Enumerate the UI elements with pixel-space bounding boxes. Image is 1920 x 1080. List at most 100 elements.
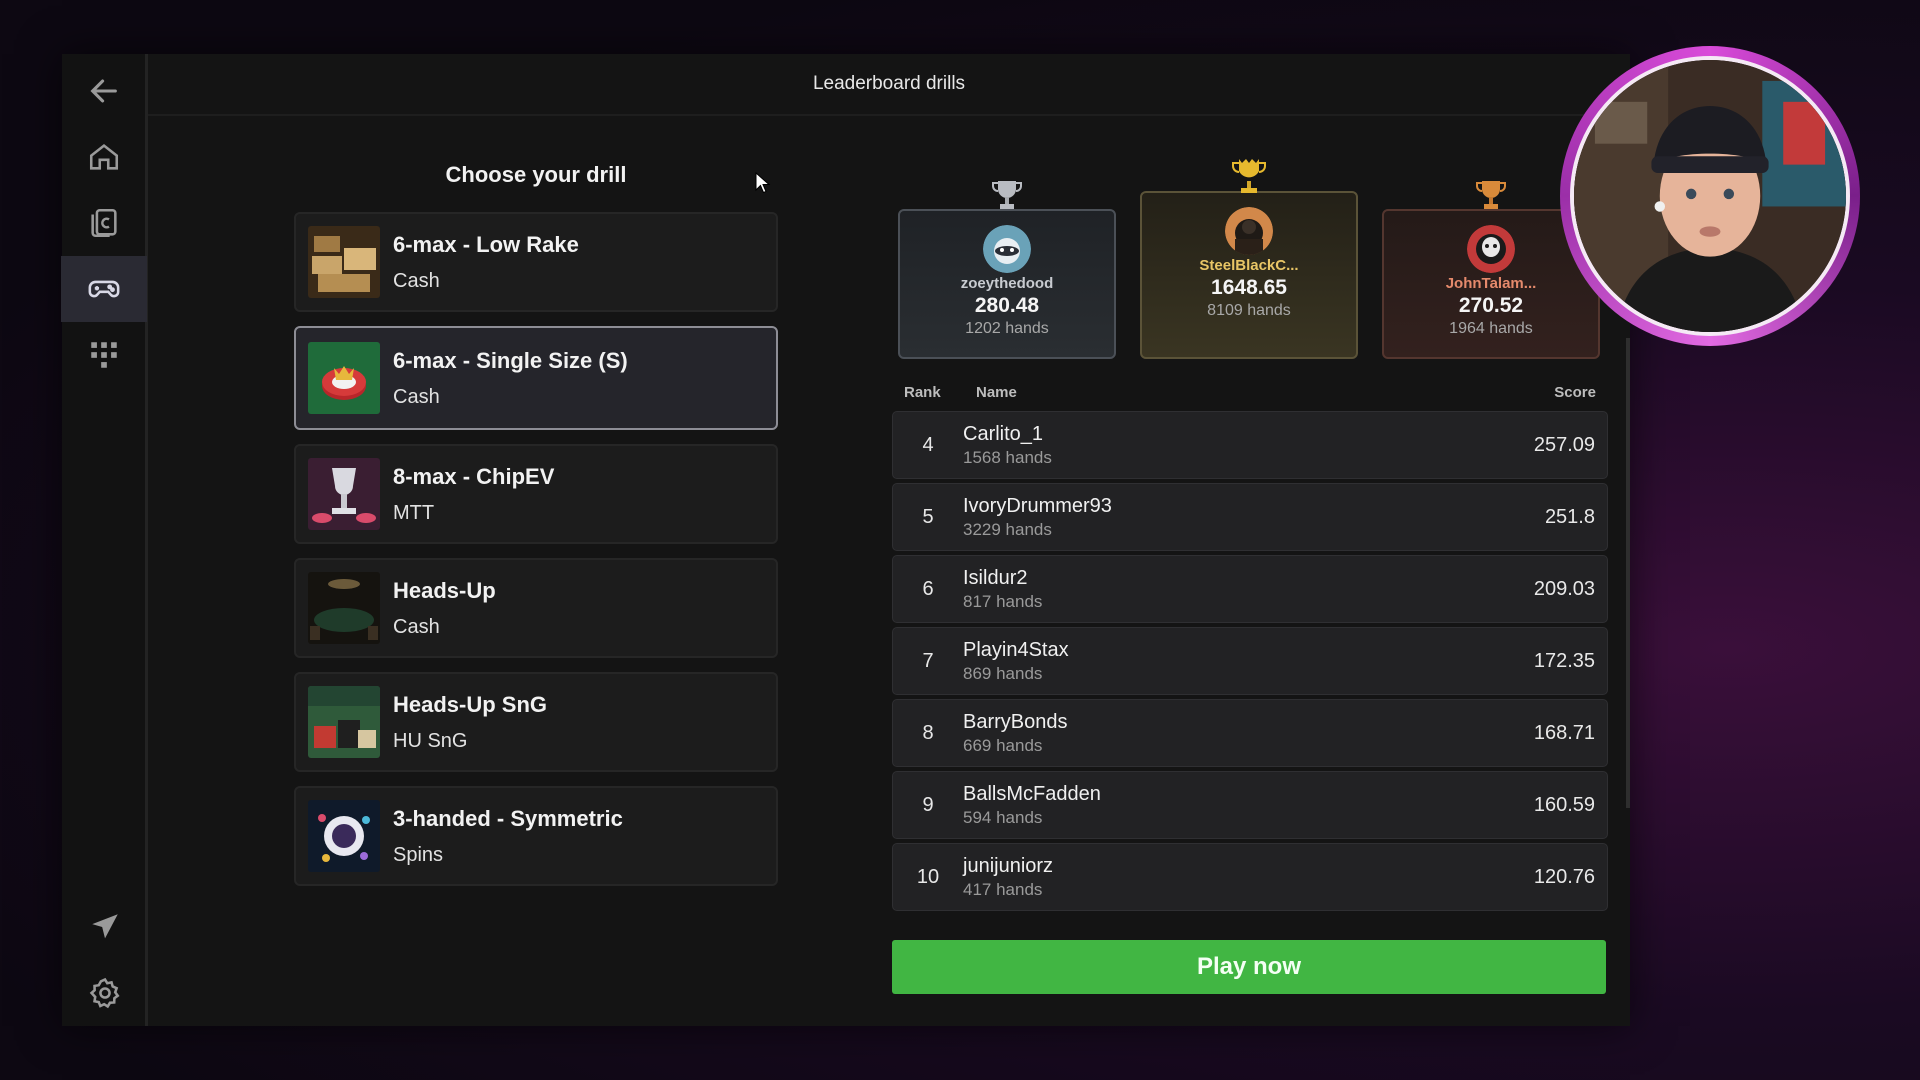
mouse-cursor-icon xyxy=(755,172,771,194)
drill-chooser: Choose your drill 6-max - Low Rake Cash … xyxy=(294,162,778,900)
podium-hands: 1964 hands xyxy=(1449,320,1533,337)
drill-name: Heads-Up SnG xyxy=(393,691,548,717)
avatar xyxy=(1225,207,1273,255)
row-name: Carlito_1 xyxy=(963,422,1044,445)
drill-card[interactable]: 3-handed - Symmetric Spins xyxy=(294,786,778,886)
avatar xyxy=(983,225,1031,273)
row-name: BallsMcFadden xyxy=(963,782,1101,805)
row-score: 209.03 xyxy=(1533,577,1595,600)
nav-drills[interactable] xyxy=(60,256,147,322)
drill-type: MTT xyxy=(393,501,435,524)
column-name: Name xyxy=(976,384,1017,401)
podium: zoeythedood 280.48 1202 hands SteelBlack… xyxy=(892,152,1608,370)
drill-card-selected[interactable]: 6-max - Single Size (S) Cash xyxy=(294,326,778,430)
podium-score: 1648.65 xyxy=(1211,276,1287,299)
row-name: Playin4Stax xyxy=(963,638,1069,661)
row-rank: 8 xyxy=(922,721,934,744)
drill-thumbnail xyxy=(308,686,380,758)
podium-hands: 8109 hands xyxy=(1207,302,1291,319)
drill-thumbnail xyxy=(308,800,380,872)
podium-score: 280.48 xyxy=(974,294,1040,317)
podium-score: 270.52 xyxy=(1458,294,1524,317)
row-hands: 817 hands xyxy=(963,591,1043,611)
row-score: 172.35 xyxy=(1533,649,1595,672)
podium-first[interactable]: SteelBlackC... 1648.65 8109 hands xyxy=(1140,159,1358,359)
drill-name: 6-max - Single Size (S) xyxy=(393,347,628,373)
table-row[interactable]: 4 Carlito_1 1568 hands 257.09 xyxy=(892,411,1608,479)
cards-icon xyxy=(90,208,117,238)
row-hands: 669 hands xyxy=(963,735,1043,755)
podium-name: SteelBlackC... xyxy=(1199,257,1299,274)
row-hands: 869 hands xyxy=(963,663,1043,683)
row-rank: 9 xyxy=(922,793,934,816)
drill-type: Spins xyxy=(393,843,444,866)
drill-thumbnail xyxy=(308,226,380,298)
row-hands: 594 hands xyxy=(963,807,1043,827)
leaderboard-scrollbar[interactable] xyxy=(1626,338,1630,808)
drill-card[interactable]: Heads-Up Cash xyxy=(294,558,778,658)
trophy-icon xyxy=(1476,181,1506,209)
trophy-icon xyxy=(992,181,1022,209)
row-rank: 10 xyxy=(916,865,940,888)
trophy-icon xyxy=(1232,159,1266,193)
avatar xyxy=(1467,225,1515,273)
drill-thumbnail xyxy=(308,342,380,414)
gamepad-icon xyxy=(88,280,119,298)
table-row[interactable]: 9 BallsMcFadden 594 hands 160.59 xyxy=(892,771,1608,839)
podium-name: JohnTalam... xyxy=(1445,275,1537,292)
back-button[interactable] xyxy=(61,58,147,124)
drill-chooser-heading: Choose your drill xyxy=(445,162,627,187)
home-icon xyxy=(89,144,118,170)
row-score: 257.09 xyxy=(1533,433,1595,456)
drill-type: HU SnG xyxy=(393,729,468,752)
row-hands: 1568 hands xyxy=(963,447,1052,467)
leaderboard: zoeythedood 280.48 1202 hands SteelBlack… xyxy=(892,152,1608,925)
nav-grid[interactable] xyxy=(61,322,147,388)
drill-name: 6-max - Low Rake xyxy=(393,231,579,257)
row-rank: 7 xyxy=(922,649,934,672)
table-row[interactable]: 8 BarryBonds 669 hands 168.71 xyxy=(892,699,1608,767)
row-name: BarryBonds xyxy=(963,710,1068,733)
table-row[interactable]: 7 Playin4Stax 869 hands 172.35 xyxy=(892,627,1608,695)
row-score: 168.71 xyxy=(1533,721,1595,744)
drill-name: 3-handed - Symmetric xyxy=(393,805,623,831)
drill-card[interactable]: Heads-Up SnG HU SnG xyxy=(294,672,778,772)
nav-feedback[interactable] xyxy=(62,894,148,960)
row-rank: 5 xyxy=(922,505,934,528)
row-rank: 4 xyxy=(922,433,934,456)
nav-rail xyxy=(60,54,148,1026)
row-name: Isildur2 xyxy=(963,566,1028,589)
row-name: IvoryDrummer93 xyxy=(963,494,1112,517)
drill-thumbnail xyxy=(308,458,380,530)
podium-second[interactable]: zoeythedood 280.48 1202 hands xyxy=(898,181,1116,359)
row-score: 120.76 xyxy=(1533,865,1595,888)
leaderboard-list[interactable]: 4 Carlito_1 1568 hands 257.09 5 IvoryDrum… xyxy=(892,411,1608,925)
row-rank: 6 xyxy=(922,577,934,600)
column-rank: Rank xyxy=(904,384,941,401)
row-score: 160.59 xyxy=(1533,793,1595,816)
drill-type: Cash xyxy=(393,615,440,638)
nav-home[interactable] xyxy=(61,124,147,190)
drill-thumbnail xyxy=(308,572,380,644)
row-score: 251.8 xyxy=(1544,505,1595,528)
table-row[interactable]: 10 junijuniorz 417 hands 120.76 xyxy=(892,843,1608,911)
row-name: junijuniorz xyxy=(963,854,1054,877)
table-row[interactable]: 6 Isildur2 817 hands 209.03 xyxy=(892,555,1608,623)
drill-card[interactable]: 6-max - Low Rake Cash xyxy=(294,212,778,312)
grid-icon xyxy=(90,342,117,368)
send-icon xyxy=(92,914,118,939)
drill-name: 8-max - ChipEV xyxy=(393,463,555,489)
settings-icon xyxy=(89,977,120,1009)
podium-hands: 1202 hands xyxy=(965,320,1049,337)
table-row[interactable]: 5 IvoryDrummer93 3229 hands 251.8 xyxy=(892,483,1608,551)
table-header: Rank Name Score xyxy=(892,370,1608,411)
top-bar: Leaderboard drills xyxy=(148,54,1630,116)
nav-cards[interactable] xyxy=(61,190,147,256)
drill-card[interactable]: 8-max - ChipEV MTT xyxy=(294,444,778,544)
webcam-feed xyxy=(1570,56,1850,336)
column-score: Score xyxy=(1554,384,1596,401)
drill-type: Cash xyxy=(393,269,440,292)
nav-settings[interactable] xyxy=(62,960,148,1026)
rail-bottom xyxy=(62,894,148,1026)
play-now-button[interactable]: Play now xyxy=(892,940,1606,994)
